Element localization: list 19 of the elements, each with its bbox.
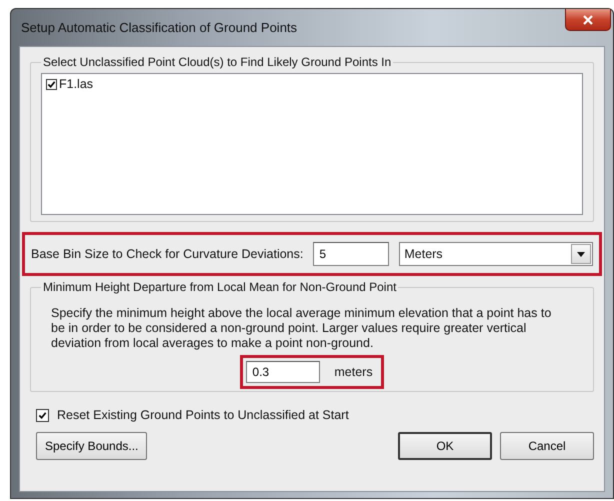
group-title: Minimum Height Departure from Local Mean for Non-Ground Point (42, 280, 398, 294)
unit-dropdown[interactable]: Meters (399, 242, 593, 266)
ok-button[interactable]: OK (398, 432, 492, 460)
checkbox-label: Reset Existing Ground Points to Unclassified at Start (57, 408, 349, 422)
close-icon (583, 14, 593, 24)
dropdown-arrow-icon (577, 252, 585, 256)
checkbox[interactable] (46, 78, 57, 90)
unit-label: meters (334, 365, 373, 379)
height-field[interactable]: 0.3 (246, 361, 320, 383)
close-button[interactable] (565, 9, 611, 31)
description-text: Specify the minimum height above the local average minimum elevation that a point has to be in order to be considered a non-ground point. Larger values require greater vertical deviation from local averages to make a point non-ground. (51, 306, 552, 351)
cancel-button[interactable]: Cancel (500, 432, 594, 460)
bin-size-field[interactable]: 5 (313, 242, 390, 266)
field-label: Base Bin Size to Check for Curvature Deviations: (31, 247, 304, 261)
window-title: Setup Automatic Classification of Ground Points (20, 20, 298, 35)
checkbox[interactable] (36, 408, 49, 422)
specify-bounds-button[interactable]: Specify Bounds... (36, 432, 148, 460)
list-item[interactable]: F1.las (59, 77, 94, 91)
group-title: Select Unclassified Point Cloud(s) to Find Likely Ground Points In (42, 55, 392, 69)
